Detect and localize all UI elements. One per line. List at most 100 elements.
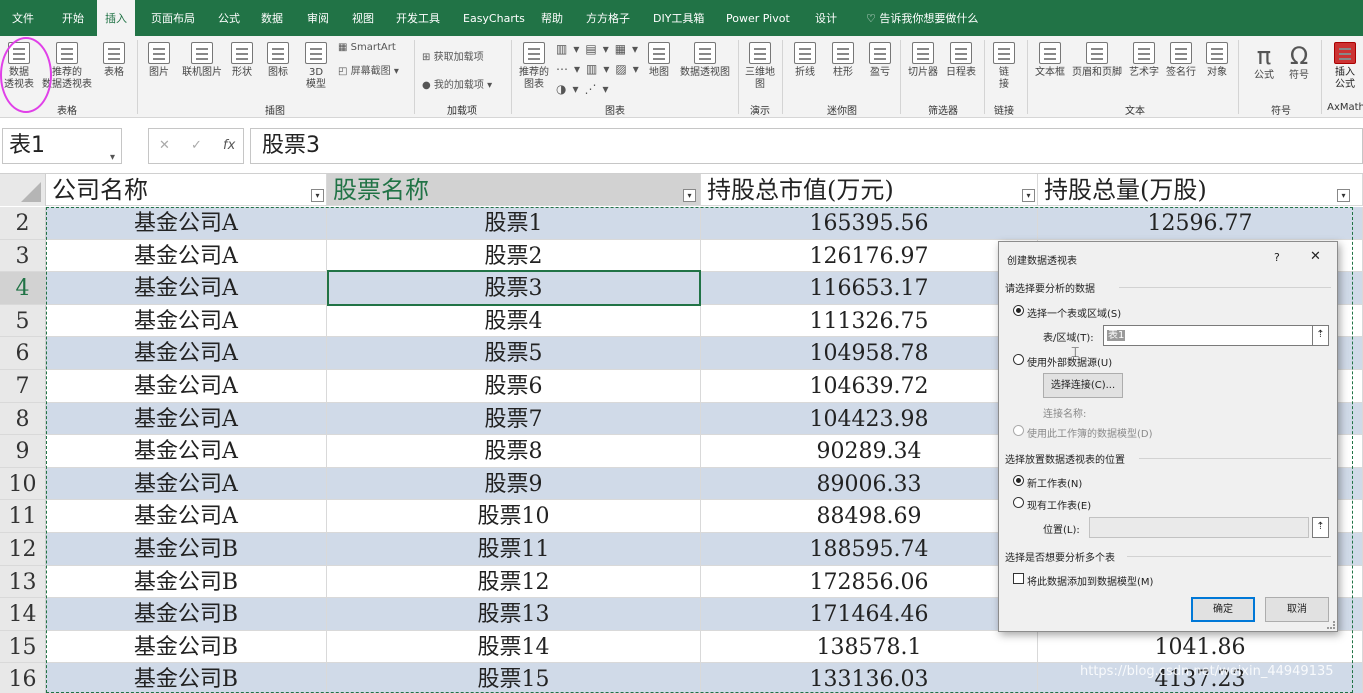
tab-fangfang[interactable]: 方方格子 <box>586 0 630 36</box>
sparkline-winloss-button[interactable]: 盈亏 <box>866 42 894 79</box>
function-icon[interactable]: fx <box>223 138 235 153</box>
close-icon[interactable]: ✕ <box>1310 249 1321 264</box>
help-icon[interactable]: ? <box>1274 251 1280 264</box>
symbol-button[interactable]: Ω 符号 <box>1285 42 1313 82</box>
cancel-icon[interactable]: ✕ <box>159 138 170 153</box>
row-number[interactable]: 3 <box>0 239 46 272</box>
row-number[interactable]: 8 <box>0 402 46 435</box>
tab-formulas[interactable]: 公式 <box>218 0 240 36</box>
name-box[interactable]: 表1 ▾ <box>2 128 122 164</box>
timeline-button[interactable]: 日程表 <box>944 42 978 79</box>
radio-existing-sheet[interactable] <box>1013 497 1024 508</box>
cell-stock[interactable]: 股票8 <box>327 435 701 467</box>
tab-power-pivot[interactable]: Power Pivot <box>726 0 790 36</box>
tab-data[interactable]: 数据 <box>261 0 283 36</box>
pivot-chart-button[interactable]: 数据透视图 <box>678 42 732 79</box>
filter-dropdown-icon[interactable]: ▾ <box>1022 189 1035 202</box>
icons-button[interactable]: 图标 <box>264 42 292 79</box>
cell-company[interactable]: 基金公司A <box>46 467 327 500</box>
cell-value[interactable]: 188595.74 <box>701 533 1038 565</box>
insert-formula-button[interactable]: 插入 公式 <box>1328 42 1362 91</box>
tab-page-layout[interactable]: 页面布局 <box>151 0 195 36</box>
cell-qty[interactable]: 1041.86 <box>1038 630 1363 663</box>
collapse-dialog-icon[interactable]: ⇡ <box>1312 517 1329 538</box>
tab-home[interactable]: 开始 <box>62 0 84 36</box>
cell-company[interactable]: 基金公司A <box>46 370 327 402</box>
cell-value[interactable]: 138578.1 <box>701 630 1038 663</box>
get-addins-button[interactable]: ⊞ 获取加载项 <box>422 48 484 63</box>
link-button[interactable]: 链 接 <box>990 42 1018 91</box>
cell-company[interactable]: 基金公司A <box>46 337 327 369</box>
row-number[interactable]: 2 <box>0 207 46 239</box>
tab-insert[interactable]: 插入 <box>97 0 135 36</box>
slicer-button[interactable]: 切片器 <box>906 42 940 79</box>
tab-easycharts[interactable]: EasyCharts <box>463 0 525 36</box>
cell-value[interactable]: 116653.17 <box>701 272 1038 304</box>
my-addins-button[interactable]: ● 我的加载项 ▾ <box>422 76 492 91</box>
cell-value[interactable]: 104958.78 <box>701 337 1038 369</box>
choose-connection-button[interactable]: 选择连接(C)... <box>1043 373 1123 398</box>
collapse-dialog-icon[interactable]: ⇡ <box>1312 325 1329 346</box>
row-number[interactable]: 5 <box>0 304 46 337</box>
cell-value[interactable]: 172856.06 <box>701 565 1038 598</box>
cell-value[interactable]: 89006.33 <box>701 467 1038 500</box>
cell-stock[interactable]: 股票7 <box>327 402 701 435</box>
row-number[interactable]: 13 <box>0 565 46 598</box>
enter-icon[interactable]: ✓ <box>191 138 202 153</box>
textbox-button[interactable]: 文本框 <box>1033 42 1067 79</box>
filter-dropdown-icon[interactable]: ▾ <box>683 189 696 202</box>
cell-stock[interactable]: 股票14 <box>327 630 701 663</box>
3d-map-button[interactable]: 三维地 图 <box>743 42 777 91</box>
cell-stock[interactable]: 股票12 <box>327 565 701 598</box>
tab-file[interactable]: 文件 <box>12 0 34 36</box>
sparkline-column-button[interactable]: 柱形 <box>829 42 857 79</box>
row-number[interactable]: 16 <box>0 663 46 693</box>
cell-stock[interactable]: 股票6 <box>327 370 701 402</box>
cell-stock[interactable]: 股票9 <box>327 467 701 500</box>
row-number[interactable]: 12 <box>0 533 46 565</box>
cell-company[interactable]: 基金公司B <box>46 630 327 663</box>
cell-stock[interactable]: 股票15 <box>327 663 701 693</box>
cell-company[interactable]: 基金公司B <box>46 533 327 565</box>
cell-value[interactable]: 88498.69 <box>701 500 1038 532</box>
tab-view[interactable]: 视图 <box>352 0 374 36</box>
column-header-company[interactable]: 公司名称 ▾ <box>46 174 327 205</box>
radio-new-sheet[interactable] <box>1013 475 1024 486</box>
tab-help[interactable]: 帮助 <box>541 0 563 36</box>
cell-value[interactable]: 90289.34 <box>701 435 1038 467</box>
cell-company[interactable]: 基金公司B <box>46 663 327 693</box>
signature-line-button[interactable]: 签名行 <box>1164 42 1198 79</box>
column-header-stock[interactable]: 股票名称 ▾ <box>327 174 701 205</box>
radio-select-range[interactable] <box>1013 305 1024 316</box>
tab-review[interactable]: 审阅 <box>307 0 329 36</box>
location-input[interactable] <box>1089 517 1309 538</box>
ok-button[interactable]: 确定 <box>1191 597 1255 622</box>
cell-company[interactable]: 基金公司B <box>46 598 327 630</box>
map-button[interactable]: 地图 <box>645 42 673 79</box>
screenshot-button[interactable]: ◰ 屏幕截图 ▾ <box>338 62 399 77</box>
row-number[interactable]: 9 <box>0 435 46 467</box>
row-number[interactable]: 6 <box>0 337 46 369</box>
active-cell[interactable] <box>327 270 701 306</box>
select-all-corner[interactable] <box>0 174 46 206</box>
resize-grip[interactable] <box>1327 621 1335 629</box>
row-number[interactable]: 14 <box>0 598 46 630</box>
add-to-model-checkbox[interactable] <box>1013 573 1024 584</box>
cell-stock[interactable]: 股票13 <box>327 598 701 630</box>
row-number[interactable]: 15 <box>0 630 46 663</box>
cell-value[interactable]: 104639.72 <box>701 370 1038 402</box>
tell-me[interactable]: ♡ 告诉我你想要做什么 <box>866 0 978 36</box>
filter-dropdown-icon[interactable]: ▾ <box>1337 189 1350 202</box>
tab-diy[interactable]: DIY工具箱 <box>653 0 704 36</box>
cell-company[interactable]: 基金公司A <box>46 435 327 467</box>
equation-button[interactable]: π 公式 <box>1250 42 1278 82</box>
filter-dropdown-icon[interactable]: ▾ <box>311 189 324 202</box>
cell-value[interactable]: 133136.03 <box>701 663 1038 693</box>
cell-stock[interactable]: 股票11 <box>327 533 701 565</box>
cell-company[interactable]: 基金公司A <box>46 239 327 272</box>
cell-value[interactable]: 171464.46 <box>701 598 1038 630</box>
online-picture-button[interactable]: 联机图片 <box>178 42 226 79</box>
cell-company[interactable]: 基金公司A <box>46 402 327 435</box>
chart-type-buttons[interactable]: ▥▾▤▾▦▾ <box>556 42 644 56</box>
wordart-button[interactable]: 艺术字 <box>1127 42 1161 79</box>
